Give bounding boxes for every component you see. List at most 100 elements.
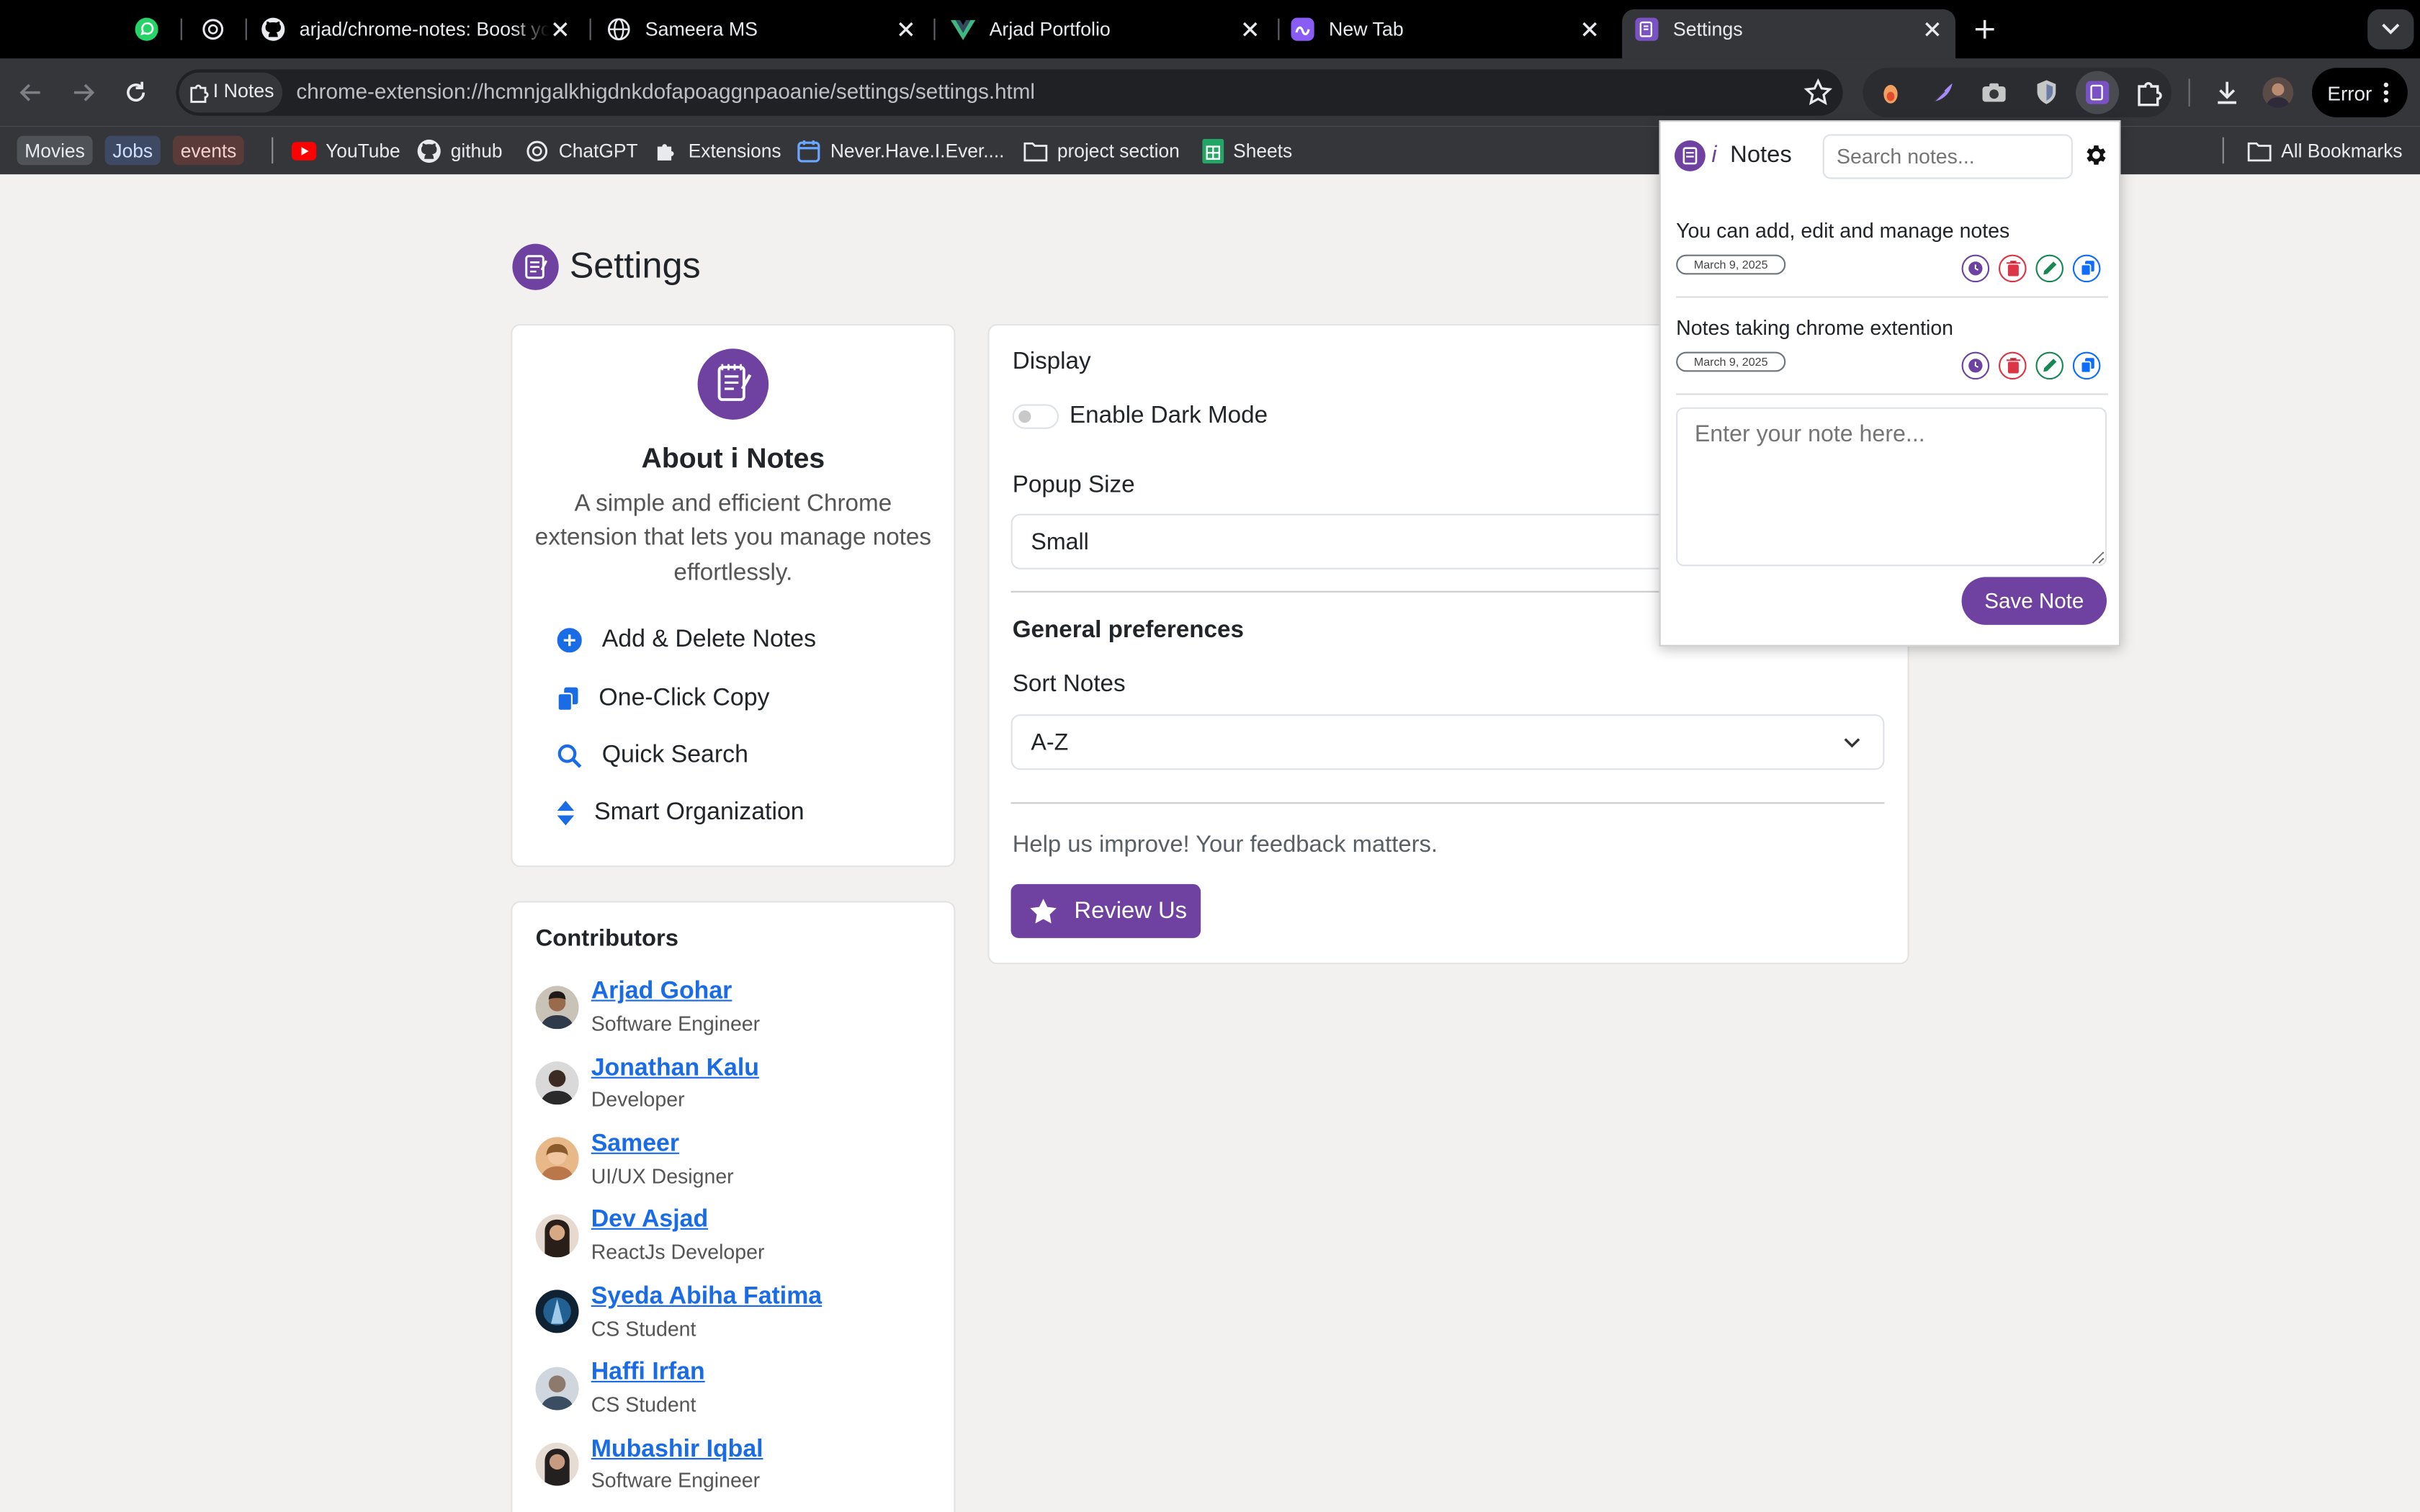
pencil-icon bbox=[2043, 261, 2057, 275]
tab-new-tab[interactable]: New Tab bbox=[1290, 0, 1606, 58]
popup-logo-i: i bbox=[1711, 142, 1717, 168]
popup-search-input[interactable] bbox=[1822, 134, 2073, 179]
contributor-name-link[interactable]: Mubashir Iqbal bbox=[591, 1436, 763, 1464]
delete-button[interactable] bbox=[1999, 351, 2027, 380]
site-info-chip[interactable]: I Notes bbox=[179, 72, 283, 113]
feature-label: Quick Search bbox=[601, 742, 748, 769]
clock-icon bbox=[1968, 261, 1983, 276]
search-icon bbox=[557, 744, 582, 768]
download-icon[interactable] bbox=[2212, 77, 2243, 108]
bookmark-label: Never.Have.I.Ever.... bbox=[830, 140, 1005, 162]
youtube-icon bbox=[292, 142, 317, 161]
plus-circle-icon bbox=[557, 628, 582, 653]
bookmark-extensions[interactable]: Extensions bbox=[655, 136, 781, 167]
edit-button[interactable] bbox=[2035, 351, 2063, 380]
tab-portfolio[interactable]: Arjad Portfolio bbox=[951, 0, 1267, 58]
notes-popup bbox=[1659, 120, 2121, 647]
bookmark-github[interactable]: github bbox=[417, 136, 503, 167]
all-bookmarks-button[interactable]: All Bookmarks bbox=[2247, 136, 2403, 167]
calendar-icon bbox=[797, 140, 820, 163]
contributor-name-link[interactable]: Haffi Irfan bbox=[591, 1359, 705, 1387]
shield-icon[interactable] bbox=[2031, 77, 2062, 108]
close-icon[interactable] bbox=[1922, 19, 1943, 40]
trash-icon bbox=[2005, 261, 2020, 276]
copy-button[interactable] bbox=[2072, 254, 2101, 283]
new-tab-plus-icon[interactable] bbox=[1973, 17, 1997, 42]
close-icon[interactable] bbox=[1579, 19, 1600, 40]
tab-sameera[interactable]: Sameera MS bbox=[606, 0, 923, 58]
bookmark-label: ChatGPT bbox=[558, 140, 638, 162]
dark-mode-label: Enable Dark Mode bbox=[1070, 402, 1268, 429]
tab-whatsapp[interactable] bbox=[134, 0, 173, 58]
tab-separator bbox=[245, 18, 247, 40]
copy-icon bbox=[557, 687, 578, 711]
star-bookmark-icon[interactable] bbox=[1803, 77, 1834, 108]
bookmark-youtube[interactable]: YouTube bbox=[292, 136, 400, 167]
tab-separator bbox=[933, 18, 936, 40]
contributor-role: Developer bbox=[591, 1087, 685, 1111]
inotes-extension-button[interactable] bbox=[2076, 71, 2120, 114]
tab-settings[interactable]: Settings bbox=[1634, 0, 1950, 58]
openai-icon bbox=[526, 140, 548, 162]
gear-icon[interactable] bbox=[2082, 142, 2108, 168]
extensions-puzzle-icon[interactable] bbox=[2135, 77, 2166, 108]
profile-avatar[interactable] bbox=[2262, 77, 2294, 108]
general-preferences-heading: General preferences bbox=[1012, 617, 1244, 644]
back-arrow-icon[interactable] bbox=[15, 77, 46, 108]
contributor-role: Software Engineer bbox=[591, 1468, 761, 1493]
bookmark-never-have-i-ever[interactable]: Never.Have.I.Ever.... bbox=[797, 136, 1005, 167]
profile-error-button[interactable]: Error bbox=[2312, 68, 2408, 117]
extension-puzzle-icon bbox=[657, 144, 674, 161]
bookmark-label: github bbox=[450, 140, 503, 162]
contributor-name-link[interactable]: Arjad Gohar bbox=[591, 978, 732, 1007]
close-icon[interactable] bbox=[895, 19, 917, 40]
note-date-badge: March 9, 2025 bbox=[1676, 351, 1786, 372]
note-date-badge: March 9, 2025 bbox=[1676, 254, 1786, 275]
tab-search-button[interactable] bbox=[2367, 9, 2414, 50]
reminder-button[interactable] bbox=[1961, 351, 1990, 380]
contributor-name-link[interactable]: Syeda Abiha Fatima bbox=[591, 1284, 822, 1312]
contributor-name-link[interactable]: Jonathan Kalu bbox=[591, 1056, 759, 1084]
extensions-group bbox=[1863, 68, 2172, 117]
pencil-icon bbox=[2043, 359, 2057, 372]
sort-notes-label: Sort Notes bbox=[1012, 671, 1126, 698]
close-icon[interactable] bbox=[1240, 19, 1261, 40]
bookmark-sheets[interactable]: Sheets bbox=[1202, 136, 1292, 167]
tab-openai[interactable] bbox=[201, 0, 240, 58]
forward-arrow-icon[interactable] bbox=[68, 77, 99, 108]
toolbar-divider bbox=[2188, 78, 2190, 107]
note-divider bbox=[1676, 296, 2109, 298]
review-us-button[interactable]: Review Us bbox=[1010, 883, 1201, 938]
bookmark-chip-jobs[interactable]: Jobs bbox=[104, 135, 161, 166]
edit-button[interactable] bbox=[2035, 254, 2063, 283]
note-input[interactable] bbox=[1676, 407, 2107, 567]
feather-extension-icon[interactable] bbox=[1927, 77, 1958, 108]
save-note-button[interactable]: Save Note bbox=[1961, 577, 2107, 625]
camera-icon[interactable] bbox=[1978, 77, 2009, 108]
delete-button[interactable] bbox=[1999, 254, 2027, 283]
feature-label: Smart Organization bbox=[594, 799, 805, 826]
about-logo bbox=[697, 348, 769, 420]
avatar bbox=[535, 1442, 579, 1486]
bookmark-chip-events[interactable]: events bbox=[173, 135, 245, 166]
tab-github[interactable]: arjad/chrome-notes: Boost yo bbox=[261, 0, 577, 58]
copy-button[interactable] bbox=[2072, 351, 2101, 380]
sort-notes-select[interactable]: A-Z bbox=[1010, 714, 1885, 770]
honey-extension-icon[interactable] bbox=[1876, 77, 1906, 108]
dark-mode-toggle[interactable] bbox=[1012, 404, 1059, 429]
url-text[interactable]: chrome-extension://hcmnjgalkhigdnkdofapo… bbox=[296, 80, 1035, 103]
contributor-name-link[interactable]: Sameer bbox=[591, 1131, 679, 1159]
star-icon bbox=[1030, 899, 1057, 924]
globe-icon bbox=[607, 18, 630, 41]
close-icon[interactable] bbox=[550, 19, 571, 40]
bookmark-project-section[interactable]: project section bbox=[1023, 136, 1180, 167]
reminder-button[interactable] bbox=[1961, 254, 1990, 283]
person-photo-icon bbox=[540, 1375, 575, 1410]
popup-size-value: Small bbox=[1031, 528, 1089, 555]
contributors-card bbox=[511, 901, 956, 1512]
reload-icon[interactable] bbox=[120, 77, 151, 108]
bookmark-chatgpt[interactable]: ChatGPT bbox=[525, 136, 638, 167]
bookmark-chip-movies[interactable]: Movies bbox=[17, 135, 93, 166]
contributor-name-link[interactable]: Dev Asjad bbox=[591, 1207, 708, 1235]
folder-icon bbox=[1023, 142, 1048, 162]
